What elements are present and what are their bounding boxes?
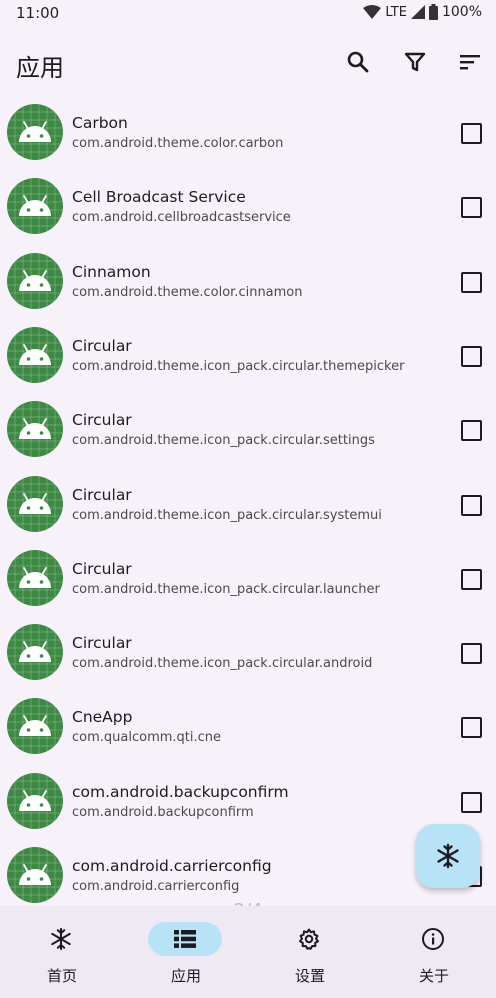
app-icon [7, 624, 63, 681]
nav-apps[interactable]: 应用 [124, 906, 248, 998]
snowflake-icon [437, 843, 459, 869]
battery-icon [428, 4, 438, 20]
list-item[interactable]: Circular com.android.theme.icon_pack.circ… [0, 319, 496, 393]
battery-percent: 100% [441, 4, 482, 20]
gear-icon [299, 928, 319, 950]
signal-icon [410, 5, 425, 19]
app-icon [7, 178, 63, 235]
android-icon [7, 549, 63, 606]
info-icon [422, 928, 444, 950]
app-name: CneApp [72, 708, 133, 727]
sort-button[interactable] [454, 46, 486, 78]
app-package: com.android.theme.icon_pack.circular.sys… [72, 507, 382, 523]
app-package: com.android.carrierconfig [72, 879, 240, 894]
bottom-navigation: 首页 应用 设置 关于 [0, 906, 496, 998]
android-icon [7, 698, 63, 755]
nav-home-label: 首页 [46, 967, 77, 985]
android-icon [7, 475, 63, 532]
app-icon [7, 549, 63, 606]
select-checkbox[interactable] [461, 643, 482, 665]
sort-icon [460, 55, 480, 70]
filter-button[interactable] [399, 46, 431, 78]
list-item[interactable]: Carbon com.android.theme.color.carbon [0, 96, 496, 170]
nav-home[interactable]: 首页 [0, 906, 124, 998]
network-label: LTE [385, 4, 407, 20]
app-package: com.android.theme.icon_pack.circular.set… [72, 433, 375, 449]
select-checkbox[interactable] [461, 568, 482, 590]
app-icon [7, 326, 63, 383]
app-package: com.android.theme.color.cinnamon [72, 284, 303, 300]
top-app-bar: 应用 [0, 26, 496, 98]
nav-about-indicator [396, 922, 470, 956]
select-checkbox[interactable] [461, 791, 482, 813]
app-name: Carbon [72, 114, 128, 132]
app-package: com.android.theme.color.carbon [72, 136, 284, 151]
nav-about-label: 关于 [418, 967, 449, 985]
app-name: com.android.carrierconfig [72, 857, 272, 875]
app-name: Circular [72, 485, 132, 504]
app-name: Circular [72, 559, 132, 578]
app-icon [7, 698, 63, 755]
list-item[interactable]: Cinnamon com.android.theme.color.cinnamon [0, 245, 496, 319]
android-icon [7, 847, 63, 903]
android-icon [7, 252, 63, 309]
nav-apps-indicator [148, 922, 222, 956]
android-icon [7, 104, 63, 160]
list-item[interactable]: Circular com.android.theme.icon_pack.circ… [0, 542, 496, 616]
android-icon [7, 624, 63, 681]
list-item[interactable]: Circular com.android.theme.icon_pack.circ… [0, 616, 496, 690]
list-icon [174, 930, 196, 948]
app-icon [7, 475, 63, 532]
app-icon [7, 252, 63, 309]
select-checkbox[interactable] [461, 197, 482, 219]
nav-settings-label: 设置 [294, 967, 325, 985]
app-package: com.android.theme.icon_pack.circular.lau… [72, 581, 380, 597]
app-name: com.android.backupconfirm [72, 782, 289, 801]
select-checkbox[interactable] [461, 717, 482, 739]
filter-icon [404, 52, 426, 72]
app-name: Circular [72, 634, 132, 653]
search-button[interactable] [342, 46, 374, 78]
android-icon [7, 401, 63, 458]
list-item[interactable]: Circular com.android.theme.icon_pack.circ… [0, 468, 496, 542]
snowflake-icon [51, 927, 71, 951]
app-icon [7, 104, 63, 160]
app-package: com.qualcomm.qti.cne [72, 730, 222, 746]
android-icon [7, 772, 63, 829]
nav-settings-indicator [272, 922, 346, 956]
nav-home-indicator [24, 922, 98, 956]
nav-apps-label: 应用 [170, 967, 201, 985]
app-package: com.android.theme.icon_pack.circular.and… [72, 656, 373, 672]
app-icon [7, 847, 63, 903]
app-name: Circular [72, 411, 132, 430]
nav-about[interactable]: 关于 [372, 906, 496, 998]
select-checkbox[interactable] [461, 420, 482, 442]
batch-ops-fab[interactable] [416, 824, 480, 888]
nav-settings[interactable]: 设置 [248, 906, 372, 998]
android-icon [7, 178, 63, 235]
select-checkbox[interactable] [461, 494, 482, 516]
list-item[interactable]: Circular com.android.theme.icon_pack.circ… [0, 393, 496, 467]
app-icon [7, 401, 63, 458]
status-bar: 11:00 LTE 100% [0, 0, 496, 26]
select-checkbox[interactable] [461, 271, 482, 293]
list-item[interactable]: CneApp com.qualcomm.qti.cne [0, 690, 496, 764]
status-icons: LTE 100% [363, 4, 482, 20]
app-package: com.android.theme.icon_pack.circular.the… [72, 358, 405, 374]
wifi-icon [363, 5, 382, 19]
app-package: com.android.cellbroadcastservice [72, 210, 291, 226]
app-package: com.android.backupconfirm [72, 804, 254, 820]
status-time: 11:00 [16, 4, 60, 22]
search-icon [347, 51, 369, 73]
app-name: Cell Broadcast Service [72, 188, 246, 207]
app-name: Circular [72, 336, 132, 355]
app-name: Cinnamon [72, 262, 151, 281]
page-title: 应用 [16, 54, 64, 82]
select-checkbox[interactable] [461, 345, 482, 367]
android-icon [7, 326, 63, 383]
app-icon [7, 772, 63, 829]
select-checkbox[interactable] [461, 123, 482, 144]
list-item[interactable]: Cell Broadcast Service com.android.cellbr… [0, 170, 496, 244]
